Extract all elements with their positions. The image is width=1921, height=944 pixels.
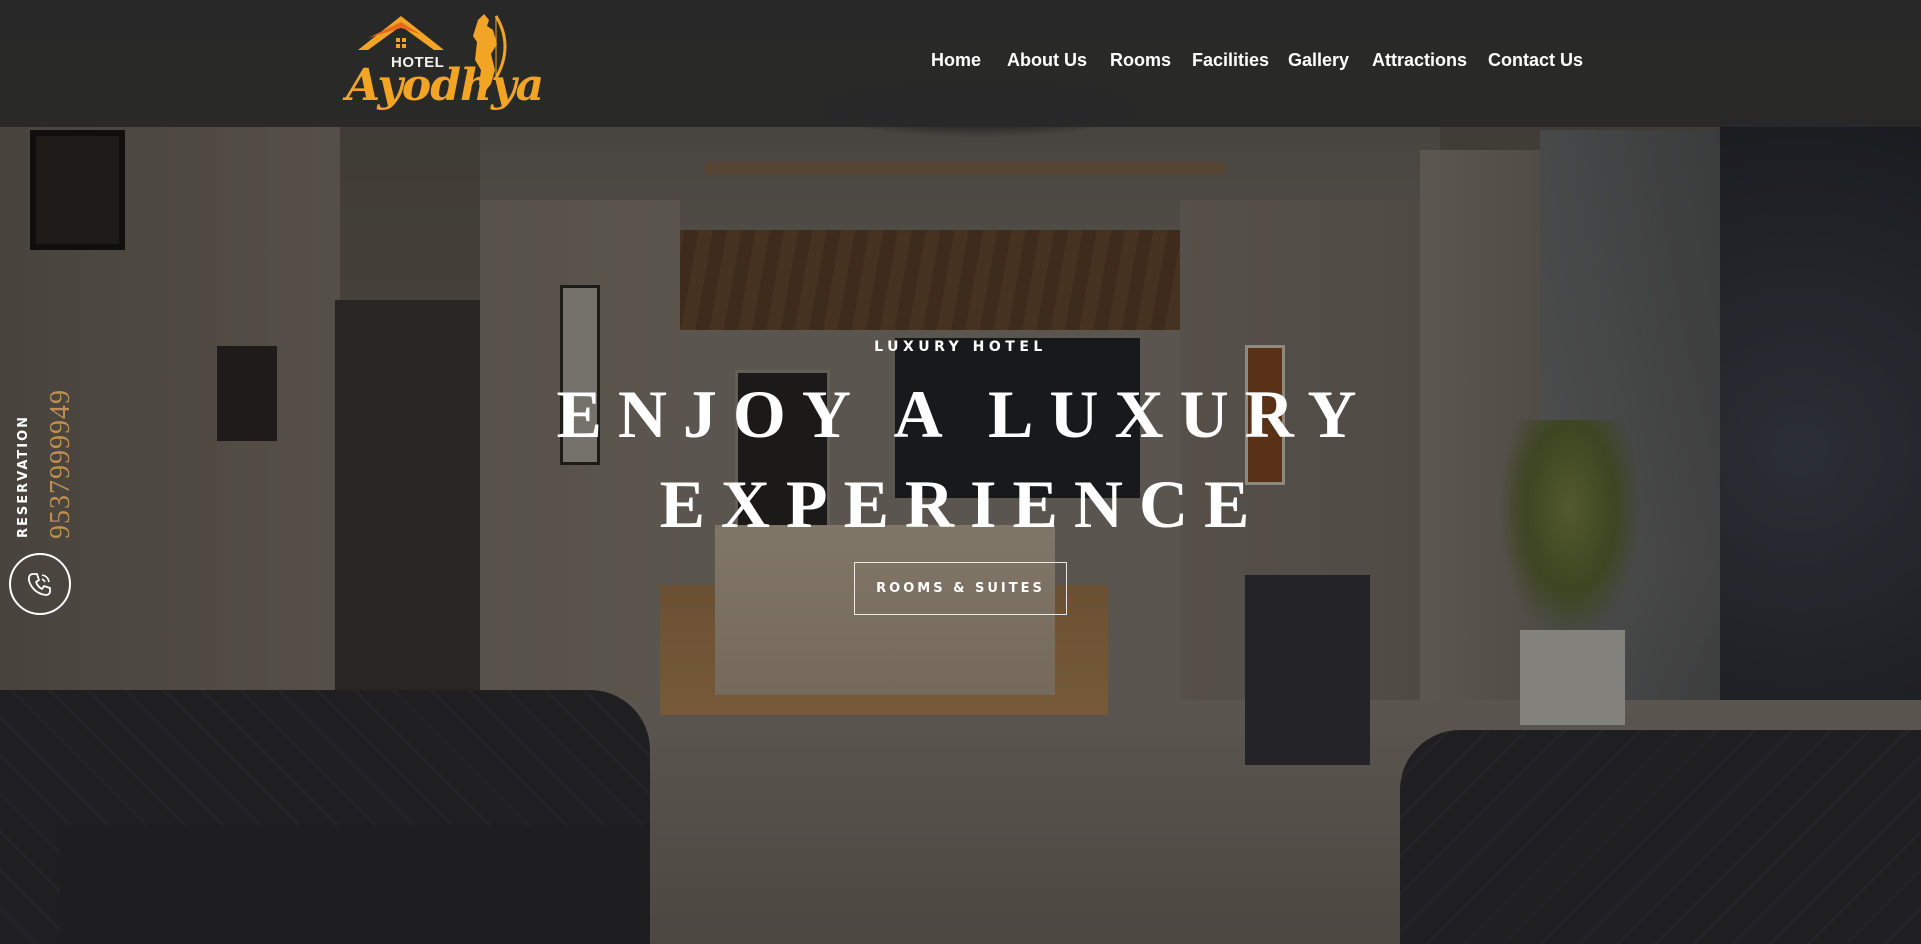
nav-item-about-us[interactable]: About Us [1007,50,1087,71]
reservation-label: RESERVATION [16,414,31,538]
phone-call-button[interactable] [9,553,71,615]
nav-item-contact-us[interactable]: Contact Us [1488,50,1583,71]
nav-item-rooms[interactable]: Rooms [1110,50,1171,71]
nav-item-attractions[interactable]: Attractions [1372,50,1467,71]
reservation-phone-number[interactable]: 9537999949 [45,379,76,539]
hero-headline-line2: EXPERIENCE [659,466,1266,542]
nav-item-facilities[interactable]: Facilities [1192,50,1269,71]
nav-item-gallery[interactable]: Gallery [1288,50,1349,71]
hero-headline-line1: ENJOY A LUXURY [556,376,1373,452]
hero-eyebrow: LUXURY HOTEL [874,339,1047,355]
main-navigation: Home About Us Rooms Facilities Gallery A… [0,50,1921,76]
site-header: HOTEL Ayodhya Home About Us Rooms Facili… [0,0,1921,127]
rooms-suites-button[interactable]: ROOMS & SUITES [854,562,1067,615]
nav-item-home[interactable]: Home [931,50,981,71]
phone-call-icon [27,573,51,596]
